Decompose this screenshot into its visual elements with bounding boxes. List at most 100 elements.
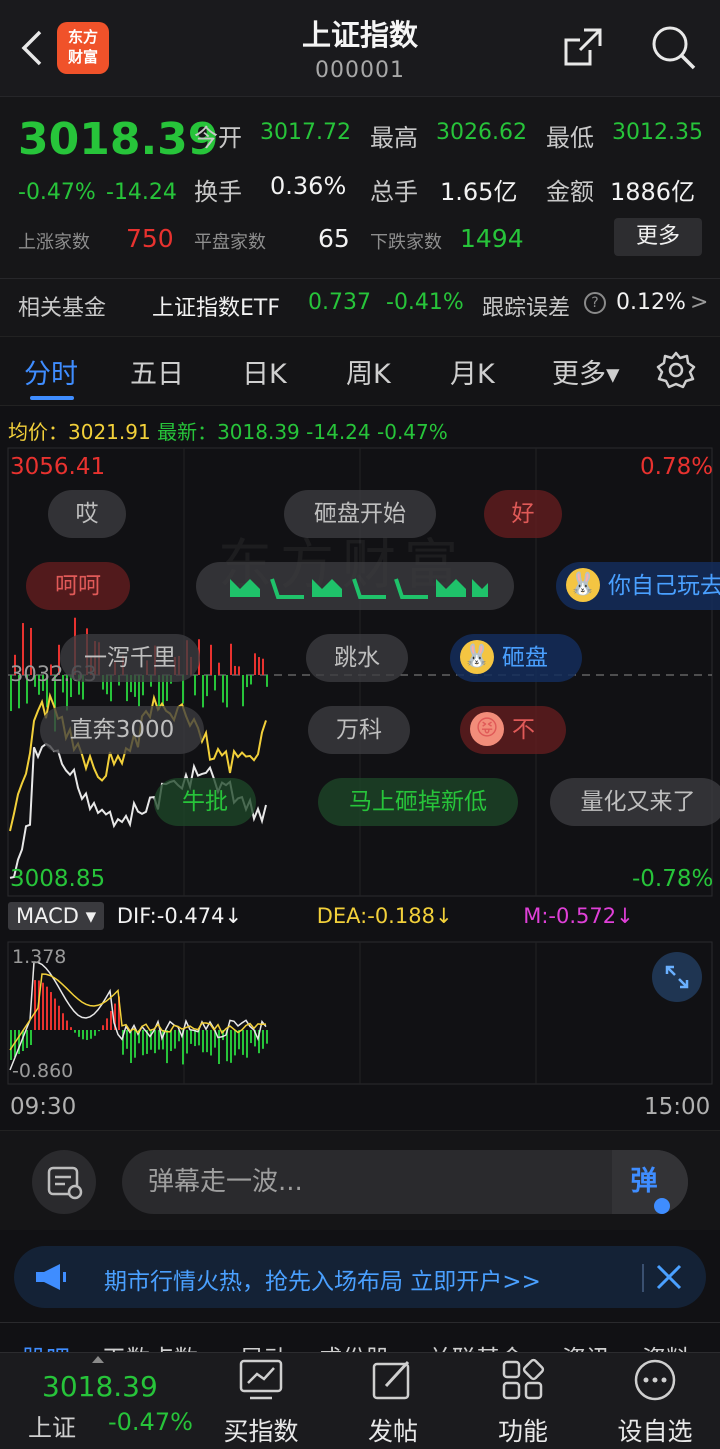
info-tab[interactable]: 异动 bbox=[240, 1339, 288, 1352]
open-value: 3017.72 bbox=[260, 120, 351, 145]
close-icon bbox=[656, 1264, 682, 1290]
macd-y-max: 1.378 bbox=[12, 946, 67, 968]
macd-bar bbox=[218, 1030, 220, 1065]
volume-bar bbox=[206, 675, 208, 697]
volume-bar bbox=[242, 675, 244, 707]
macd-bar bbox=[174, 1030, 176, 1049]
danmu-bubble[interactable]: 🐰 你自己玩去 bbox=[556, 562, 720, 610]
macd-bar bbox=[170, 1030, 172, 1052]
more-quote-button[interactable]: 更多 bbox=[614, 218, 702, 256]
add-favorite-button[interactable] bbox=[600, 1358, 710, 1404]
macd-m: M:-0.572↓ bbox=[523, 904, 634, 928]
caret-up-icon bbox=[92, 1356, 104, 1363]
chart-stats-line: 均价：3021.91 最新：3018.39 -14.24 -0.47% bbox=[8, 416, 448, 445]
edit-icon bbox=[372, 1360, 410, 1400]
volume-bar bbox=[222, 675, 224, 703]
macd-bar bbox=[234, 1030, 236, 1056]
volume-bar bbox=[254, 653, 256, 675]
danmu-toggle-label: 弹 bbox=[630, 1166, 658, 1197]
macd-bar bbox=[98, 1030, 100, 1032]
info-tab[interactable]: 天数点数 bbox=[102, 1339, 198, 1352]
danmu-bubble[interactable]: 好 bbox=[484, 490, 562, 538]
functions-button[interactable] bbox=[468, 1358, 578, 1404]
macd-bar bbox=[86, 1030, 88, 1040]
macd-bar bbox=[194, 1030, 196, 1047]
close-banner-button[interactable] bbox=[654, 1262, 684, 1292]
share-button[interactable] bbox=[560, 24, 606, 70]
buy-index-button[interactable] bbox=[206, 1358, 316, 1404]
up-count: 750 bbox=[126, 224, 174, 253]
tracking-error-label: 跟踪误差 bbox=[482, 296, 571, 321]
danmu-bubble[interactable]: 马上砸掉新低 bbox=[318, 778, 518, 826]
info-tab[interactable]: 资讯 bbox=[562, 1339, 610, 1352]
macd-bar bbox=[246, 1030, 248, 1058]
up-count-label: 上涨家数 bbox=[18, 232, 90, 253]
functions-label: 功能 bbox=[497, 1417, 548, 1446]
danmu-bubble[interactable]: 一泻千里 bbox=[60, 634, 200, 682]
danmu-settings-button[interactable] bbox=[32, 1150, 96, 1214]
info-tab[interactable]: 成份股 bbox=[318, 1339, 390, 1352]
avg-price-label: 均价： bbox=[8, 420, 68, 444]
high-label: 最高 bbox=[370, 124, 418, 152]
danmu-input[interactable]: 弹幕走一波... bbox=[122, 1150, 688, 1214]
tab-weekly-k[interactable]: 周K bbox=[346, 352, 391, 391]
danmu-text: 牛批 bbox=[182, 789, 228, 815]
megaphone-icon bbox=[32, 1262, 72, 1292]
bottom-price[interactable]: 3018.39 bbox=[42, 1370, 158, 1403]
volume-bar bbox=[250, 675, 252, 685]
volume-bar bbox=[202, 675, 204, 708]
promo-text: 期市行情火热，抢先入场布局 立即开户>> bbox=[104, 1269, 541, 1295]
danmu-text: 一泻千里 bbox=[84, 645, 176, 671]
macd-bar bbox=[26, 1030, 28, 1048]
danmu-bubble[interactable]: 呵呵 bbox=[26, 562, 130, 610]
volume-bar bbox=[234, 665, 236, 675]
help-icon[interactable]: ? bbox=[584, 292, 606, 314]
tab-intraday[interactable]: 分时 bbox=[24, 352, 78, 391]
info-tab[interactable]: 资料 bbox=[642, 1339, 690, 1352]
danmu-bubble[interactable]: 直奔3000 bbox=[40, 706, 204, 754]
info-tab[interactable]: 股吧 bbox=[22, 1339, 70, 1352]
macd-bar bbox=[70, 1027, 72, 1030]
tab-five-day[interactable]: 五日 bbox=[130, 352, 184, 391]
macd-bar bbox=[158, 1030, 160, 1050]
y-axis-max: 3056.41 bbox=[10, 454, 106, 480]
danmu-toggle-button[interactable]: 弹 bbox=[612, 1150, 688, 1214]
tab-more[interactable]: 更多▾ bbox=[552, 352, 620, 391]
danmu-bubble[interactable]: 牛批 bbox=[154, 778, 256, 826]
danmu-bubble[interactable]: 万科 bbox=[308, 706, 410, 754]
danmu-text: 你自己玩去 bbox=[608, 573, 720, 599]
danmu-bubble[interactable]: 跳水 bbox=[306, 634, 408, 682]
macd-selector-button[interactable]: MACD ▾ bbox=[8, 902, 105, 930]
post-label: 发帖 bbox=[367, 1417, 418, 1446]
security-code: 000001 bbox=[315, 58, 405, 83]
chart-settings-button[interactable] bbox=[656, 350, 696, 390]
macd-bar bbox=[90, 1030, 92, 1039]
flat-count: 65 bbox=[318, 224, 350, 253]
danmu-emoji-bubble[interactable] bbox=[196, 562, 514, 610]
trend-chart-icon bbox=[239, 1359, 283, 1400]
macd-bar bbox=[266, 1030, 268, 1044]
tab-daily-k[interactable]: 日K bbox=[242, 352, 287, 391]
danmu-bubble[interactable]: 🐰 砸盘 bbox=[450, 634, 582, 682]
macd-bar bbox=[58, 1005, 60, 1030]
expand-chart-button[interactable] bbox=[652, 952, 702, 1002]
time-start: 09:30 bbox=[10, 1094, 77, 1120]
volume-value: 1.65亿 bbox=[440, 178, 518, 206]
tab-monthly-k[interactable]: 月K bbox=[450, 352, 495, 391]
info-tab[interactable]: 关联基金 bbox=[428, 1339, 524, 1352]
danmu-bubble[interactable]: 😝 不 bbox=[460, 706, 566, 754]
danmu-text: 万科 bbox=[336, 717, 382, 743]
danmu-bubble[interactable]: 量化又来了 bbox=[550, 778, 720, 826]
danmu-bubble[interactable]: 砸盘开始 bbox=[284, 490, 436, 538]
check-badge-icon bbox=[653, 1198, 670, 1214]
amount-label: 金额 bbox=[546, 178, 594, 206]
post-button[interactable] bbox=[338, 1358, 448, 1404]
macd-chart[interactable] bbox=[0, 940, 720, 1086]
low-value: 3012.35 bbox=[612, 120, 703, 145]
search-button[interactable] bbox=[648, 22, 698, 72]
danmu-settings-icon bbox=[47, 1166, 83, 1200]
danmu-bubble[interactable]: 哎 bbox=[48, 490, 126, 538]
fund-price: 0.737 bbox=[308, 290, 371, 315]
change-percent: -0.47% bbox=[18, 180, 96, 205]
rabbit-avatar-icon: 🐰 bbox=[460, 639, 494, 674]
